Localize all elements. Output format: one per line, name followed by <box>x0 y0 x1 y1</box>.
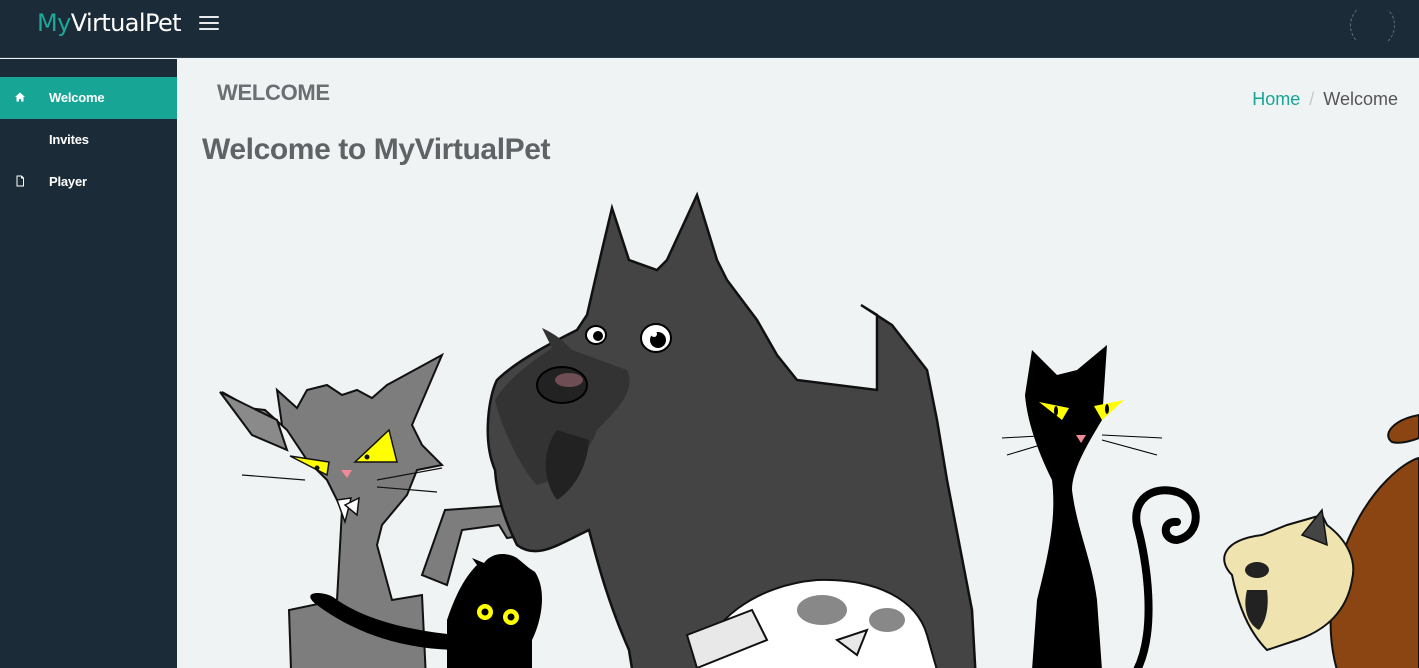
breadcrumb: Home / Welcome <box>1252 88 1398 110</box>
brown-and-cream-dogs <box>1223 413 1419 668</box>
welcome-heading: Welcome to MyVirtualPet <box>202 133 551 166</box>
scottie-dog <box>486 191 977 668</box>
breadcrumb-current: Welcome <box>1323 89 1398 109</box>
breadcrumb-home-link[interactable]: Home <box>1252 89 1300 109</box>
file-icon <box>16 175 24 187</box>
home-icon <box>15 92 25 102</box>
user-avatar[interactable] <box>1350 3 1395 48</box>
hamburger-menu-icon[interactable] <box>199 14 221 34</box>
black-cat <box>1001 345 1200 668</box>
brand-logo[interactable]: MyVirtualPet <box>37 9 182 37</box>
sidebar-item-welcome[interactable]: Welcome <box>0 77 177 119</box>
sidebar: Welcome Invites Player <box>0 59 177 668</box>
sidebar-item-invites[interactable]: Invites <box>0 119 177 161</box>
pets-group-illustration <box>219 191 1419 668</box>
grey-cat <box>219 352 445 668</box>
sidebar-item-label: Invites <box>49 132 89 147</box>
page-header-title: WELCOME <box>217 80 330 105</box>
top-navbar: MyVirtualPet <box>0 0 1419 58</box>
sidebar-item-player[interactable]: Player <box>0 161 177 203</box>
breadcrumb-separator: / <box>1309 89 1315 109</box>
sidebar-item-label: Player <box>49 174 87 189</box>
sidebar-item-label: Welcome <box>49 90 105 105</box>
